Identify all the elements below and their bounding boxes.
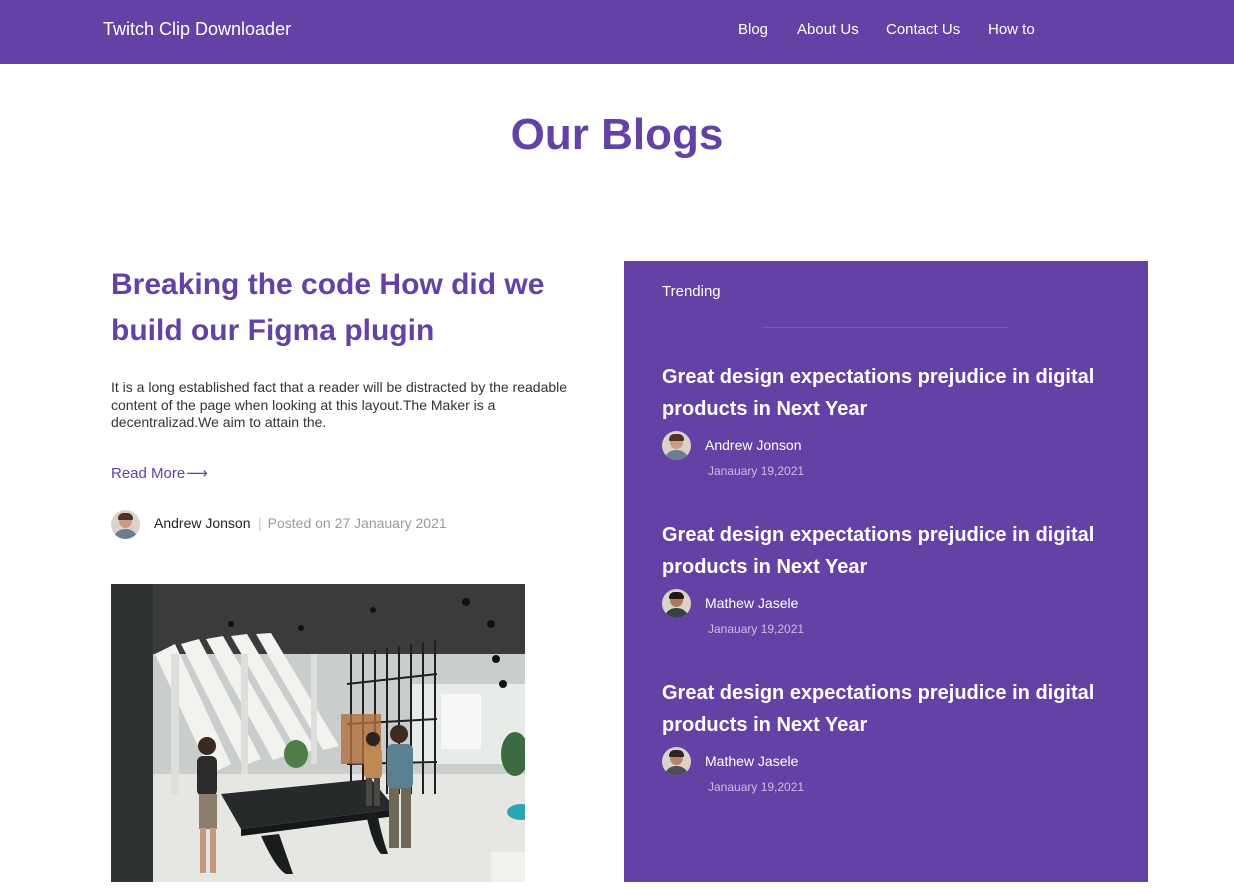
trending-item-author-row: Mathew Jasele Janauary 19,2021	[662, 589, 1122, 637]
post-author-row: Andrew Jonson | Posted on 27 Janauary 202…	[111, 510, 591, 539]
arrow-right-icon: ⟶	[186, 465, 207, 482]
trending-item-date: Janauary 19,2021	[708, 622, 805, 636]
trending-item-author[interactable]: Mathew Jasele	[705, 595, 798, 611]
posted-on-text: Posted on 27 Janauary 2021	[267, 515, 447, 531]
trending-item-author-row: Mathew Jasele Janauary 19,2021	[662, 747, 1122, 795]
trending-item: Great design expectations prejudice in d…	[662, 677, 1122, 795]
trending-item-author[interactable]: Andrew Jonson	[705, 437, 802, 453]
trending-item: Great design expectations prejudice in d…	[662, 361, 1122, 479]
trending-item: Great design expectations prejudice in d…	[662, 519, 1122, 637]
post-excerpt: It is a long established fact that a rea…	[111, 379, 568, 430]
main-nav: Blog About Us Contact Us How to	[0, 21, 1234, 41]
trending-item-date: Janauary 19,2021	[708, 780, 805, 794]
author-name[interactable]: Andrew Jonson	[154, 515, 251, 531]
site-header: Twitch Clip Downloader Blog About Us Con…	[0, 0, 1234, 64]
page-title: Our Blogs	[510, 110, 724, 159]
post-image[interactable]	[111, 584, 525, 882]
nav-link-how-to[interactable]: How to	[988, 21, 1035, 38]
read-more-label: Read More	[111, 465, 186, 482]
post-date: | Posted on 27 Janauary 2021	[258, 515, 447, 531]
author-avatar	[662, 589, 691, 618]
trending-item-author-row: Andrew Jonson Janauary 19,2021	[662, 431, 1122, 479]
author-avatar	[111, 510, 140, 539]
meta-separator: |	[258, 515, 262, 531]
trending-item-title[interactable]: Great design expectations prejudice in d…	[662, 361, 1122, 425]
trending-divider	[762, 327, 1008, 328]
trending-panel: Trending Great design expectations preju…	[624, 261, 1148, 882]
read-more-link[interactable]: Read More⟶	[111, 464, 208, 482]
post-title[interactable]: Breaking the code How did we build our F…	[111, 262, 611, 354]
author-avatar	[662, 747, 691, 776]
trending-heading: Trending	[662, 283, 721, 300]
nav-link-about-us[interactable]: About Us	[797, 21, 859, 38]
trending-item-author[interactable]: Mathew Jasele	[705, 753, 798, 769]
trending-item-date: Janauary 19,2021	[708, 464, 805, 478]
author-avatar	[662, 431, 691, 460]
trending-item-title[interactable]: Great design expectations prejudice in d…	[662, 677, 1122, 741]
nav-link-blog[interactable]: Blog	[738, 21, 768, 38]
trending-item-title[interactable]: Great design expectations prejudice in d…	[662, 519, 1122, 583]
nav-link-contact-us[interactable]: Contact Us	[886, 21, 960, 38]
